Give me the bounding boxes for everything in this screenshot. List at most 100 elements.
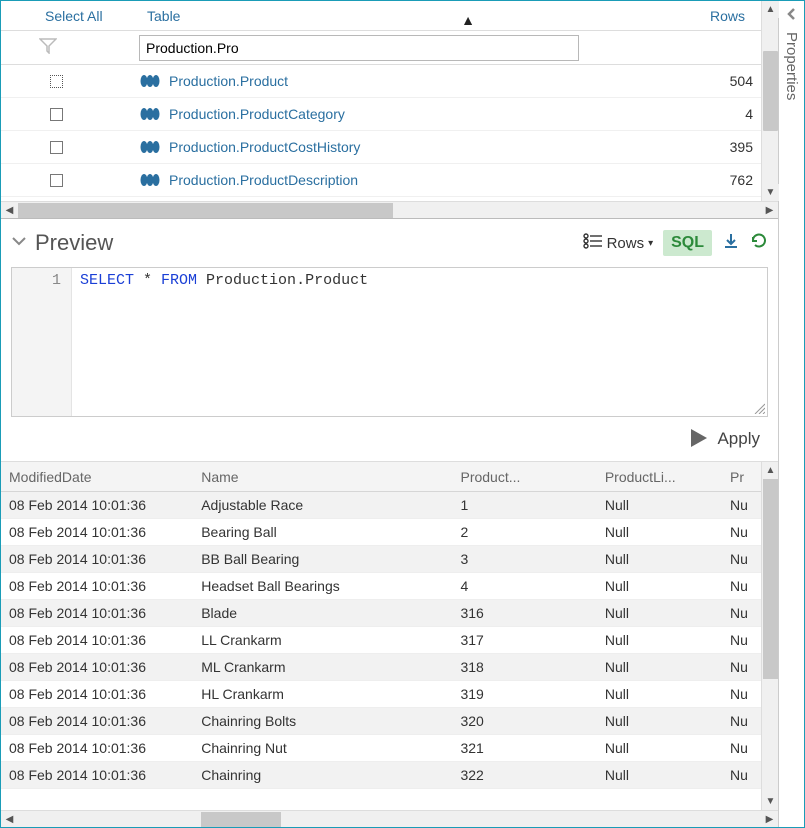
column-header[interactable]: Pr bbox=[722, 469, 761, 485]
col-rows[interactable]: Rows bbox=[663, 8, 753, 24]
table-row[interactable]: Production.ProductDescription 762 bbox=[1, 164, 761, 197]
result-cell: 317 bbox=[452, 632, 596, 648]
scroll-thumb[interactable] bbox=[201, 812, 281, 827]
result-row[interactable]: 08 Feb 2014 10:01:36Chainring Bolts320Nu… bbox=[1, 708, 761, 735]
table-name[interactable]: Production.ProductCostHistory bbox=[169, 139, 687, 155]
scroll-up-icon[interactable]: ▲ bbox=[762, 1, 779, 18]
result-cell: Nu bbox=[722, 740, 761, 756]
tables-hscrollbar[interactable]: ◀ ▶ bbox=[1, 201, 778, 218]
resize-handle-icon[interactable] bbox=[753, 402, 765, 414]
result-cell: 2 bbox=[452, 524, 596, 540]
table-icon bbox=[139, 140, 169, 154]
tables-vscrollbar[interactable]: ▲ ▼ bbox=[761, 1, 778, 201]
row-checkbox[interactable] bbox=[45, 140, 67, 154]
table-rowcount: 4 bbox=[687, 106, 753, 122]
result-cell: ML Crankarm bbox=[193, 659, 452, 675]
result-cell: Nu bbox=[722, 659, 761, 675]
rows-icon bbox=[583, 233, 603, 253]
row-checkbox[interactable] bbox=[45, 173, 67, 187]
scroll-left-icon[interactable]: ◀ bbox=[1, 202, 18, 219]
scroll-down-icon[interactable]: ▼ bbox=[762, 184, 779, 201]
scroll-right-icon[interactable]: ▶ bbox=[761, 811, 778, 828]
column-header[interactable]: ProductLi... bbox=[597, 469, 722, 485]
result-cell: BB Ball Bearing bbox=[193, 551, 452, 567]
properties-sidebar[interactable]: Properties bbox=[778, 1, 804, 827]
result-cell: LL Crankarm bbox=[193, 632, 452, 648]
result-row[interactable]: 08 Feb 2014 10:01:36HL Crankarm319NullNu bbox=[1, 681, 761, 708]
preview-title: Preview bbox=[35, 230, 583, 256]
sql-button[interactable]: SQL bbox=[663, 230, 712, 256]
result-cell: Chainring Nut bbox=[193, 740, 452, 756]
refresh-icon[interactable] bbox=[750, 232, 768, 255]
result-cell: 08 Feb 2014 10:01:36 bbox=[1, 551, 193, 567]
result-cell: Null bbox=[597, 578, 722, 594]
download-icon[interactable] bbox=[722, 232, 740, 255]
table-row[interactable]: Production.Product 504 bbox=[1, 65, 761, 98]
filter-icon[interactable] bbox=[9, 38, 139, 57]
sql-editor[interactable]: 1 SELECT * FROM Production.Product bbox=[11, 267, 768, 417]
tables-header: Select All Table ▲ Rows bbox=[1, 1, 761, 31]
result-cell: Null bbox=[597, 551, 722, 567]
result-row[interactable]: 08 Feb 2014 10:01:36Blade316NullNu bbox=[1, 600, 761, 627]
result-cell: 08 Feb 2014 10:01:36 bbox=[1, 686, 193, 702]
result-row[interactable]: 08 Feb 2014 10:01:36BB Ball Bearing3Null… bbox=[1, 546, 761, 573]
result-cell: Headset Ball Bearings bbox=[193, 578, 452, 594]
result-row[interactable]: 08 Feb 2014 10:01:36Chainring322NullNu bbox=[1, 762, 761, 789]
col-table[interactable]: Table ▲ bbox=[139, 8, 663, 24]
filter-row bbox=[1, 31, 761, 65]
apply-label[interactable]: Apply bbox=[717, 429, 760, 449]
row-checkbox[interactable] bbox=[45, 107, 67, 121]
tables-panel: Select All Table ▲ Rows bbox=[1, 1, 778, 219]
chevron-left-icon[interactable] bbox=[785, 7, 799, 24]
table-name[interactable]: Production.ProductDescription bbox=[169, 172, 687, 188]
result-cell: 08 Feb 2014 10:01:36 bbox=[1, 605, 193, 621]
result-row[interactable]: 08 Feb 2014 10:01:36ML Crankarm318NullNu bbox=[1, 654, 761, 681]
filter-input[interactable] bbox=[139, 35, 579, 61]
column-header[interactable]: Product... bbox=[452, 469, 596, 485]
result-cell: Nu bbox=[722, 551, 761, 567]
result-row[interactable]: 08 Feb 2014 10:01:36Bearing Ball2NullNu bbox=[1, 519, 761, 546]
table-row[interactable]: Production.ProductCategory 4 bbox=[1, 98, 761, 131]
results-vscrollbar[interactable]: ▲ ▼ bbox=[761, 462, 778, 810]
row-checkbox[interactable] bbox=[45, 74, 67, 88]
result-cell: HL Crankarm bbox=[193, 686, 452, 702]
result-cell: Nu bbox=[722, 524, 761, 540]
result-cell: 318 bbox=[452, 659, 596, 675]
result-cell: Null bbox=[597, 605, 722, 621]
scroll-thumb[interactable] bbox=[763, 479, 778, 679]
apply-button[interactable] bbox=[687, 427, 709, 452]
result-cell: 08 Feb 2014 10:01:36 bbox=[1, 578, 193, 594]
column-header[interactable]: ModifiedDate bbox=[1, 469, 193, 485]
scroll-left-icon[interactable]: ◀ bbox=[1, 811, 18, 828]
result-cell: Null bbox=[597, 497, 722, 513]
table-name[interactable]: Production.Product bbox=[169, 73, 687, 89]
scroll-thumb[interactable] bbox=[763, 51, 778, 131]
properties-label[interactable]: Properties bbox=[783, 32, 800, 100]
scroll-up-icon[interactable]: ▲ bbox=[762, 462, 779, 479]
result-row[interactable]: 08 Feb 2014 10:01:36LL Crankarm317NullNu bbox=[1, 627, 761, 654]
col-select-all[interactable]: Select All bbox=[9, 8, 139, 24]
result-row[interactable]: 08 Feb 2014 10:01:36Chainring Nut321Null… bbox=[1, 735, 761, 762]
result-cell: Nu bbox=[722, 632, 761, 648]
result-row[interactable]: 08 Feb 2014 10:01:36Adjustable Race1Null… bbox=[1, 492, 761, 519]
result-row[interactable]: 08 Feb 2014 10:01:36Headset Ball Bearing… bbox=[1, 573, 761, 600]
chevron-down-icon: ▾ bbox=[648, 238, 653, 249]
table-row[interactable]: Production.ProductCostHistory 395 bbox=[1, 131, 761, 164]
result-cell: Null bbox=[597, 686, 722, 702]
result-cell: 08 Feb 2014 10:01:36 bbox=[1, 740, 193, 756]
table-name[interactable]: Production.ProductCategory bbox=[169, 106, 687, 122]
scroll-right-icon[interactable]: ▶ bbox=[761, 202, 778, 219]
rows-dropdown[interactable]: Rows ▾ bbox=[583, 233, 654, 253]
table-icon bbox=[139, 107, 169, 121]
collapse-icon[interactable] bbox=[11, 233, 27, 254]
result-cell: 08 Feb 2014 10:01:36 bbox=[1, 497, 193, 513]
table-icon bbox=[139, 74, 169, 88]
results-hscrollbar[interactable]: ◀ ▶ bbox=[1, 810, 778, 827]
rows-label: Rows bbox=[607, 235, 645, 252]
editor-code[interactable]: SELECT * FROM Production.Product bbox=[72, 268, 767, 416]
result-cell: Blade bbox=[193, 605, 452, 621]
column-header[interactable]: Name bbox=[193, 469, 452, 485]
scroll-down-icon[interactable]: ▼ bbox=[762, 793, 779, 810]
scroll-thumb[interactable] bbox=[18, 203, 393, 218]
result-cell: 3 bbox=[452, 551, 596, 567]
